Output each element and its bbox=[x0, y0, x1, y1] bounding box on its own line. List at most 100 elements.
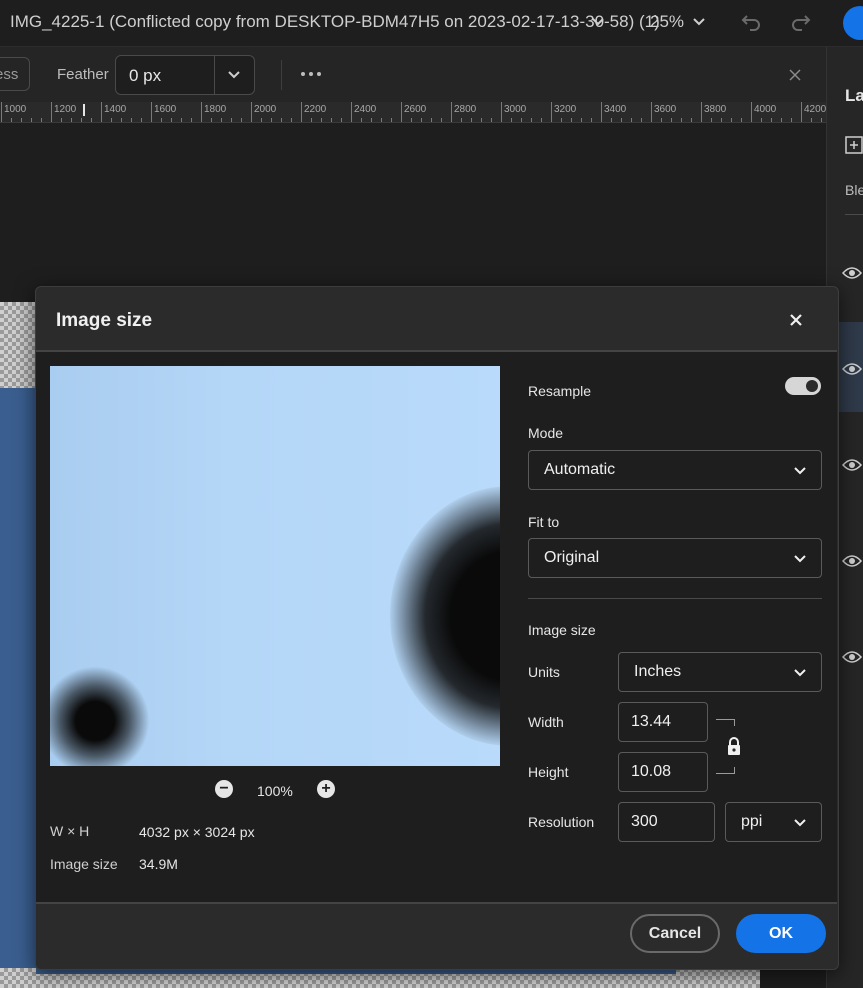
ruler-major-tick bbox=[501, 102, 502, 122]
ruler-minor-tick bbox=[71, 118, 72, 122]
ruler-minor-tick bbox=[711, 118, 712, 122]
dialog-footer-divider bbox=[36, 902, 837, 904]
dimensions-value: 4032 px × 3024 px bbox=[139, 824, 255, 840]
undo-icon[interactable] bbox=[740, 12, 762, 32]
width-input[interactable]: 13.44 bbox=[618, 702, 708, 742]
ruler-minor-tick bbox=[761, 118, 762, 122]
image-preview[interactable] bbox=[50, 366, 500, 766]
layer-visibility-eye-icon[interactable] bbox=[842, 458, 862, 472]
image-size-section-label: Image size bbox=[528, 622, 596, 638]
ruler-minor-tick bbox=[661, 118, 662, 122]
ruler-minor-tick bbox=[171, 118, 172, 122]
options-close-icon[interactable] bbox=[789, 69, 801, 81]
ruler-minor-tick bbox=[691, 118, 692, 122]
zoom-chevron-down-icon[interactable] bbox=[692, 15, 706, 29]
ruler-major-tick bbox=[401, 102, 402, 122]
mode-dropdown[interactable]: Automatic bbox=[528, 450, 822, 490]
document-title-text: IMG_4225-1 (Conflicted copy from DESKTOP… bbox=[10, 12, 660, 31]
resolution-value: 300 bbox=[631, 813, 658, 830]
ruler-label: 3800 bbox=[704, 104, 727, 115]
ruler-minor-tick bbox=[471, 118, 472, 122]
ruler-minor-tick bbox=[821, 118, 822, 122]
aspect-lock-icon[interactable] bbox=[726, 736, 742, 756]
ruler-minor-tick bbox=[771, 118, 772, 122]
zoom-out-icon[interactable]: − bbox=[215, 780, 233, 798]
horizontal-ruler: 1000 1200 1400 1600 1800 2000 2200 2400 2600 2800… bbox=[0, 102, 826, 123]
blend-mode-label[interactable]: Ble bbox=[845, 182, 863, 198]
ruler-minor-tick bbox=[191, 118, 192, 122]
cancel-button[interactable]: Cancel bbox=[630, 914, 720, 953]
section-divider bbox=[528, 598, 822, 599]
options-separator bbox=[281, 60, 282, 90]
document-title[interactable]: IMG_4225-1 (Conflicted copy from DESKTOP… bbox=[10, 12, 660, 32]
resolution-label: Resolution bbox=[528, 814, 595, 830]
height-value: 10.08 bbox=[631, 763, 672, 780]
chevron-down-icon bbox=[794, 555, 806, 563]
preview-zoom-value: 100% bbox=[257, 783, 293, 799]
ruler-minor-tick bbox=[541, 118, 542, 122]
feather-label: Feather bbox=[57, 66, 109, 83]
fit-to-dropdown[interactable]: Original bbox=[528, 538, 822, 578]
ruler-label: 2600 bbox=[404, 104, 427, 115]
options-left-button[interactable]: ess bbox=[0, 57, 30, 91]
layer-visibility-eye-icon[interactable] bbox=[842, 554, 862, 568]
title-chevron-down-icon[interactable] bbox=[591, 15, 605, 29]
ruler-minor-tick bbox=[441, 118, 442, 122]
ruler-major-tick bbox=[701, 102, 702, 122]
more-options-icon[interactable] bbox=[300, 70, 322, 78]
zoom-in-icon[interactable]: + bbox=[317, 780, 335, 798]
dimensions-label: W × H bbox=[50, 823, 90, 839]
dialog-close-icon[interactable] bbox=[789, 313, 803, 327]
resolution-input[interactable]: 300 bbox=[618, 802, 715, 842]
units-dropdown[interactable]: Inches bbox=[618, 652, 822, 692]
ruler-label: 1600 bbox=[154, 104, 177, 115]
ok-button[interactable]: OK bbox=[736, 914, 826, 953]
layer-visibility-eye-icon[interactable] bbox=[842, 362, 862, 376]
ruler-minor-tick bbox=[491, 118, 492, 122]
ruler-minor-tick bbox=[521, 118, 522, 122]
ruler-minor-tick bbox=[681, 118, 682, 122]
resolution-unit-dropdown[interactable]: ppi bbox=[725, 802, 822, 842]
ruler-minor-tick bbox=[121, 118, 122, 122]
add-layer-icon[interactable] bbox=[845, 136, 863, 154]
ruler-major-tick bbox=[251, 102, 252, 122]
preview-zoom-control: − 100% + bbox=[214, 780, 344, 802]
ruler-minor-tick bbox=[511, 118, 512, 122]
ruler-major-tick bbox=[1, 102, 2, 122]
redo-icon[interactable] bbox=[790, 12, 812, 32]
height-label: Height bbox=[528, 764, 569, 780]
layer-visibility-eye-icon[interactable] bbox=[842, 650, 862, 664]
ruler-minor-tick bbox=[461, 118, 462, 122]
feather-value[interactable]: 0 px bbox=[129, 66, 161, 86]
ruler-major-tick bbox=[201, 102, 202, 122]
ruler-minor-tick bbox=[41, 118, 42, 122]
ruler-minor-tick bbox=[531, 118, 532, 122]
resample-toggle[interactable] bbox=[785, 377, 821, 395]
canvas-image bbox=[0, 388, 36, 988]
ruler-minor-tick bbox=[431, 118, 432, 122]
ruler-label: 2200 bbox=[304, 104, 327, 115]
ruler-label: 3200 bbox=[554, 104, 577, 115]
units-value: Inches bbox=[634, 663, 682, 680]
ruler-minor-tick bbox=[811, 118, 812, 122]
ruler-minor-tick bbox=[411, 118, 412, 122]
ruler-minor-tick bbox=[181, 118, 182, 122]
ruler-minor-tick bbox=[161, 118, 162, 122]
ruler-major-tick bbox=[651, 102, 652, 122]
ruler-minor-tick bbox=[371, 118, 372, 122]
ruler-minor-tick bbox=[221, 118, 222, 122]
fit-to-value: Original bbox=[544, 549, 600, 566]
ruler-minor-tick bbox=[31, 118, 32, 122]
ruler-label: 3000 bbox=[504, 104, 527, 115]
file-size-label: Image size bbox=[50, 856, 118, 872]
zoom-level[interactable]: 25% bbox=[650, 12, 684, 32]
file-size-value: 34.9M bbox=[139, 856, 178, 872]
ruler-major-tick bbox=[601, 102, 602, 122]
height-input[interactable]: 10.08 bbox=[618, 752, 708, 792]
feather-chevron-down-icon[interactable] bbox=[227, 68, 241, 82]
layer-visibility-eye-icon[interactable] bbox=[842, 266, 862, 280]
chevron-down-icon bbox=[794, 669, 806, 677]
ruler-label: 4000 bbox=[754, 104, 777, 115]
ruler-label: 4200 bbox=[804, 104, 826, 115]
ruler-minor-tick bbox=[311, 118, 312, 122]
